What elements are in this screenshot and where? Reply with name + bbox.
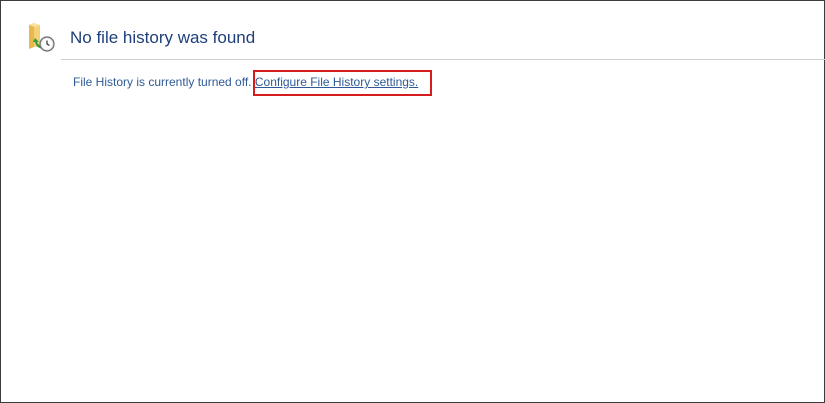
folder-history-icon — [26, 21, 58, 53]
status-message: File History is currently turned off. — [73, 75, 252, 89]
page-title: No file history was found — [70, 28, 256, 47]
title-divider — [61, 59, 825, 60]
file-history-window: No file history was found File History i… — [0, 0, 825, 403]
highlight-annotation — [253, 70, 432, 96]
